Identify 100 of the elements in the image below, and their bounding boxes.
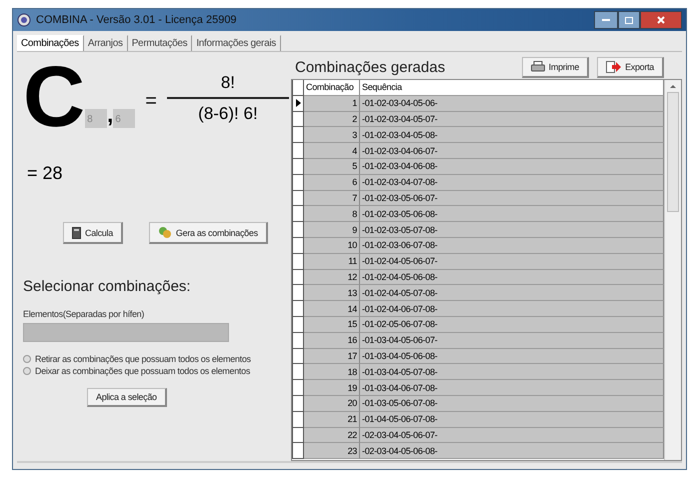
table-cell: 3 (304, 127, 360, 144)
table-cell: -01-02-03-04-06-07- (360, 143, 664, 159)
apply-button[interactable]: Aplica a seleção (87, 388, 167, 407)
row-indicator[interactable] (292, 270, 304, 286)
action-button[interactable]: Calcula (63, 222, 123, 244)
row-indicator[interactable] (292, 364, 304, 380)
row-indicator[interactable] (292, 380, 304, 396)
row-indicator[interactable] (292, 348, 304, 364)
table-cell: 16 (304, 332, 360, 349)
row-indicator[interactable] (292, 254, 304, 270)
tab[interactable]: Combinações (17, 35, 84, 51)
table-cell: 14 (304, 301, 360, 317)
row-indicator[interactable] (292, 428, 304, 444)
table-cell: 6 (304, 174, 360, 191)
table-cell: -01-03-04-05-06-07- (360, 332, 664, 349)
table-cell: -02-03-04-05-06-07- (360, 428, 664, 444)
table-cell: -01-03-04-05-06-08- (360, 348, 664, 364)
table-cell: 15 (304, 316, 360, 333)
table-cell: -01-02-03-04-07-08- (360, 174, 664, 191)
row-indicator[interactable] (292, 316, 304, 333)
window-title: COMBINA - Versão 3.01 - Licença 25909 (36, 14, 237, 26)
table-cell: 2 (304, 112, 360, 128)
row-indicator[interactable] (292, 301, 304, 317)
row-indicator[interactable] (292, 396, 304, 412)
equals-sign: = (145, 90, 157, 112)
scroll-thumb[interactable] (667, 92, 679, 212)
denominator: (8-6)! 6! (198, 102, 258, 124)
maximize-button[interactable] (618, 11, 640, 29)
table-cell: -01-03-04-05-07-08- (360, 364, 664, 380)
table-cell: -01-04-05-06-07-08- (360, 412, 664, 428)
row-indicator[interactable] (292, 174, 304, 191)
minimize-icon (602, 18, 610, 22)
comma: , (107, 102, 114, 128)
table-cell: 4 (304, 143, 360, 159)
table-cell: 19 (304, 380, 360, 396)
field-label: Elementos(Separadas por hífen) (23, 309, 146, 319)
tab[interactable]: Informações gerais (192, 35, 281, 51)
row-indicator[interactable] (292, 112, 304, 128)
table-cell: 11 (304, 254, 360, 270)
row-indicator[interactable] (292, 222, 304, 238)
toolbar-button[interactable]: Exporta (597, 56, 664, 78)
row-indicator[interactable] (292, 158, 304, 175)
close-button[interactable] (640, 11, 682, 29)
close-icon (657, 16, 665, 24)
scrollbar[interactable] (664, 80, 681, 460)
table-cell: -01-02-03-04-06-08- (360, 158, 664, 175)
radio-button[interactable] (23, 355, 31, 363)
radio-option[interactable]: Deixar as combinações que possuam todos os elementos (23, 366, 291, 376)
scroll-up-icon[interactable] (670, 84, 676, 88)
row-indicator[interactable] (292, 96, 304, 112)
tab[interactable]: Permutações (128, 35, 192, 51)
table-cell: -01-02-04-05-06-08- (360, 270, 664, 286)
table-cell: -01-02-04-06-07-08- (360, 301, 664, 317)
table-cell: -01-02-03-04-05-07- (360, 112, 664, 128)
row-indicator[interactable] (292, 143, 304, 159)
toolbar-button[interactable]: Imprime (522, 56, 590, 78)
table-cell: 8 (304, 206, 360, 222)
table-cell: -01-02-03-06-07-08- (360, 238, 664, 254)
column-header[interactable]: Combinação (304, 80, 360, 96)
panel-title: Combinações geradas (295, 58, 446, 76)
minimize-button[interactable] (594, 11, 618, 29)
table-cell: 5 (304, 158, 360, 175)
tab[interactable]: Arranjos (84, 35, 128, 51)
row-indicator[interactable] (292, 127, 304, 144)
table-cell: 20 (304, 396, 360, 412)
combination-symbol: C (23, 54, 86, 140)
calculator-icon (72, 226, 81, 238)
radio-option[interactable]: Retirar as combinações que possuam todos os elementos (23, 354, 291, 364)
table-cell: 9 (304, 222, 360, 238)
table-cell: -01-02-03-04-05-08- (360, 127, 664, 144)
current-row-icon (296, 99, 300, 108)
table-cell: 23 (304, 443, 360, 460)
elements-field[interactable] (23, 323, 229, 342)
action-button[interactable]: Gera as combinações (148, 222, 268, 244)
maximize-icon (625, 16, 633, 24)
table-cell: -01-02-03-04-05-06- (360, 96, 664, 112)
row-indicator[interactable] (292, 190, 304, 206)
table-cell: 10 (304, 238, 360, 254)
printer-icon (530, 60, 545, 72)
table-cell: -02-03-04-05-06-08- (360, 443, 664, 460)
table-cell: -01-02-05-06-07-08- (360, 316, 664, 333)
table-cell: -01-02-03-05-06-08- (360, 206, 664, 222)
row-indicator[interactable] (292, 412, 304, 428)
section-title: Selecionar combinações: (23, 278, 192, 295)
column-header[interactable]: Sequência (360, 80, 664, 96)
row-indicator[interactable] (292, 443, 304, 460)
table-cell: 18 (304, 364, 360, 380)
table-cell: -01-02-03-05-07-08- (360, 222, 664, 238)
row-indicator[interactable] (292, 285, 304, 302)
table-cell: -01-02-04-05-06-07- (360, 254, 664, 270)
result-text: = 28 (27, 163, 63, 184)
export-icon (606, 60, 622, 72)
row-indicator[interactable] (292, 238, 304, 254)
table-cell: 7 (304, 190, 360, 206)
table-cell: 21 (304, 412, 360, 428)
app-icon (17, 13, 31, 27)
row-indicator[interactable] (292, 332, 304, 349)
row-indicator[interactable] (292, 206, 304, 222)
radio-button[interactable] (23, 367, 31, 375)
table-cell: -01-03-04-06-07-08- (360, 380, 664, 396)
